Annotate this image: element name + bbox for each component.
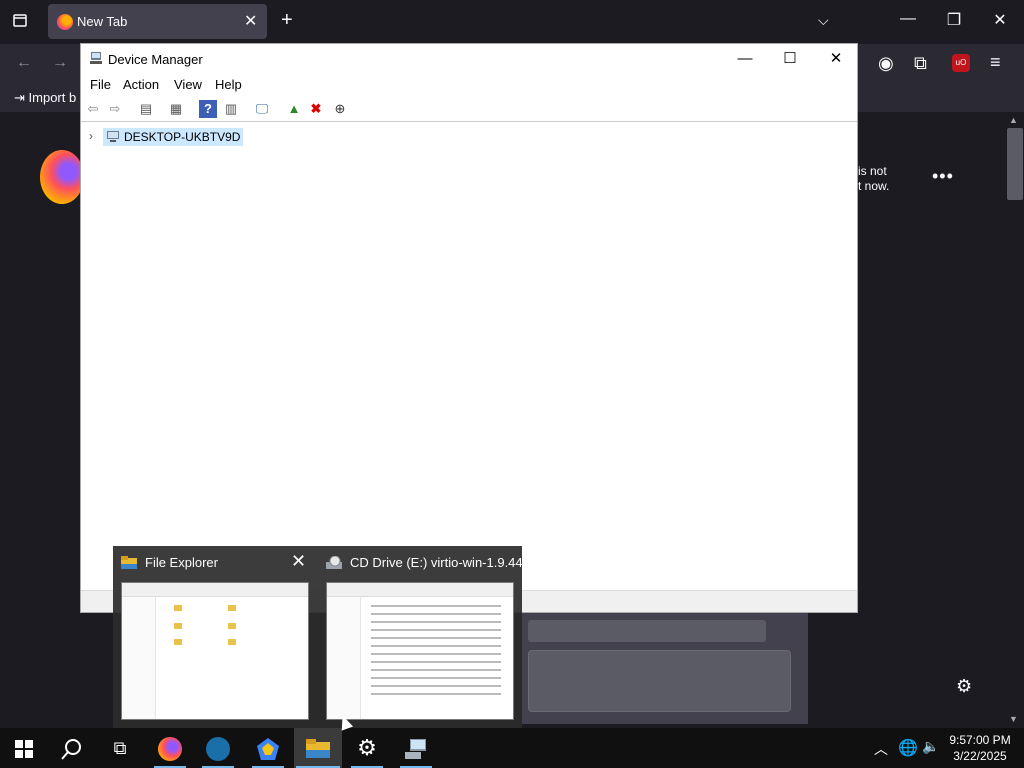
firefox-logo-icon [40, 150, 84, 204]
start-button[interactable] [0, 728, 48, 768]
device-manager-icon [405, 739, 426, 760]
list-all-tabs-icon[interactable] [12, 12, 28, 28]
folder-icon [306, 739, 330, 759]
account-icon[interactable]: ◉ [878, 53, 894, 74]
close-icon[interactable]: ✕ [990, 10, 1010, 30]
steam-icon [206, 737, 230, 762]
window-preview [326, 582, 514, 720]
gear-icon: ⚙ [357, 735, 377, 760]
show-hidden-icons-chevron-icon[interactable]: ︿ [874, 739, 888, 759]
page-scrollbar[interactable] [1006, 112, 1024, 728]
task-view-button[interactable]: ⧉ [96, 728, 144, 768]
taskbar-device-manager[interactable] [392, 728, 440, 768]
chevron-down-icon[interactable]: ⌵ [818, 12, 829, 29]
thumbnail-title: File Explorer [145, 555, 218, 570]
menu-icon[interactable]: ≡ [990, 52, 1001, 73]
minimize-icon[interactable]: — [898, 10, 918, 28]
notice-text: is not t now. [858, 164, 890, 193]
tab-title: New Tab [77, 14, 128, 29]
extensions-icon[interactable]: ⧉ [914, 53, 927, 74]
import-bookmarks-link[interactable]: ⇥ Import b [14, 90, 76, 106]
thumbnail-cd-drive[interactable]: CD Drive (E:) virtio-win-1.9.44 [318, 546, 523, 728]
device-manager-icon [90, 52, 102, 64]
tab-new-tab[interactable]: New Tab ✕ [48, 4, 267, 39]
taskbar: ⧉ ⚙ ︿ 🌐 🔈 9:57:00 PM 3/22/2025 [0, 728, 1024, 768]
firefox-icon [158, 737, 182, 762]
menu-action[interactable]: Action [123, 77, 159, 92]
cd-drive-icon [326, 556, 342, 569]
taskbar-app[interactable] [244, 728, 292, 768]
clock-time: 9:57:00 PM [949, 733, 1011, 747]
device-tree: › DESKTOP-UKBTV9D [81, 124, 857, 590]
firefox-tab-bar: New Tab ✕ + ⌵ — ❐ ✕ [0, 0, 1024, 44]
taskbar-thumbnail-popup: File Explorer ✕ CD Drive (E:) virtio-win… [113, 546, 523, 728]
uninstall-icon[interactable]: ✖ [307, 100, 325, 118]
placeholder-box [528, 650, 791, 712]
maximize-button[interactable]: ☐ [773, 48, 807, 70]
taskbar-settings[interactable]: ⚙ [343, 728, 391, 768]
windows-logo-icon [15, 740, 33, 759]
volume-muted-icon[interactable]: 🔈 [922, 738, 939, 755]
disable-device-icon[interactable]: ⊕ [331, 100, 349, 118]
back-icon[interactable]: ⇦ [84, 100, 102, 118]
toolbar: ⇦ ⇨ ▤ ▦ ? ▥ 🖵 ▲ ✖ ⊕ [81, 96, 857, 122]
scroll-up-icon[interactable]: ▲ [1009, 115, 1018, 125]
close-button[interactable]: ✕ [819, 48, 853, 70]
close-tab-icon[interactable]: ✕ [244, 11, 257, 31]
menu-bar: File Action View Help [81, 74, 857, 96]
show-hide-console-tree-icon[interactable]: ▤ [137, 100, 155, 118]
placeholder-bar [528, 620, 766, 642]
thumbnail-file-explorer[interactable]: File Explorer ✕ [113, 546, 317, 728]
properties-icon[interactable]: ▦ [167, 100, 185, 118]
window-preview [121, 582, 309, 720]
more-options-icon[interactable]: ••• [932, 166, 954, 187]
scrollbar-thumb[interactable] [1007, 128, 1023, 200]
back-icon[interactable]: ← [16, 54, 32, 72]
pentagon-app-icon [257, 738, 279, 761]
search-icon [61, 739, 81, 760]
menu-view[interactable]: View [174, 77, 202, 92]
update-driver-icon[interactable]: ▲ [285, 100, 303, 118]
forward-icon[interactable]: → [52, 54, 68, 72]
close-icon[interactable]: ✕ [291, 551, 306, 572]
scan-hardware-icon[interactable]: 🖵 [253, 100, 271, 118]
title-bar: Device Manager — ☐ ✕ [81, 44, 857, 74]
clock-date: 3/22/2025 [953, 749, 1007, 763]
tree-root-label: DESKTOP-UKBTV9D [124, 130, 241, 144]
settings-gear-icon[interactable]: ⚙ [956, 676, 972, 697]
scroll-down-icon[interactable]: ▼ [1009, 714, 1018, 724]
window-title: Device Manager [108, 52, 203, 67]
help-icon[interactable]: ? [199, 100, 217, 118]
restore-icon[interactable]: ❐ [944, 10, 964, 30]
show-hide-action-pane-icon[interactable]: ▥ [222, 100, 240, 118]
import-icon: ⇥ [14, 90, 25, 105]
menu-file[interactable]: File [90, 77, 111, 92]
computer-icon [107, 131, 119, 142]
tree-root-node[interactable]: DESKTOP-UKBTV9D [103, 128, 244, 146]
new-tab-button[interactable]: + [281, 9, 293, 32]
network-icon[interactable]: 🌐 [898, 738, 918, 758]
device-manager-window: Device Manager — ☐ ✕ File Action View He… [80, 43, 858, 613]
taskbar-file-explorer[interactable] [294, 728, 342, 768]
task-view-icon: ⧉ [113, 738, 127, 758]
thumbnail-title: CD Drive (E:) virtio-win-1.9.44 [350, 555, 523, 570]
expand-chevron-icon[interactable]: › [89, 129, 93, 143]
search-button[interactable] [48, 728, 96, 768]
folder-icon [121, 556, 137, 569]
forward-icon[interactable]: ⇨ [106, 100, 124, 118]
taskbar-steam[interactable] [194, 728, 242, 768]
ublock-icon[interactable]: uO [952, 54, 970, 72]
minimize-button[interactable]: — [728, 48, 762, 70]
firefox-icon [57, 14, 73, 30]
clock[interactable]: 9:57:00 PM 3/22/2025 [944, 732, 1016, 764]
menu-help[interactable]: Help [215, 77, 242, 92]
taskbar-firefox[interactable] [146, 728, 194, 768]
